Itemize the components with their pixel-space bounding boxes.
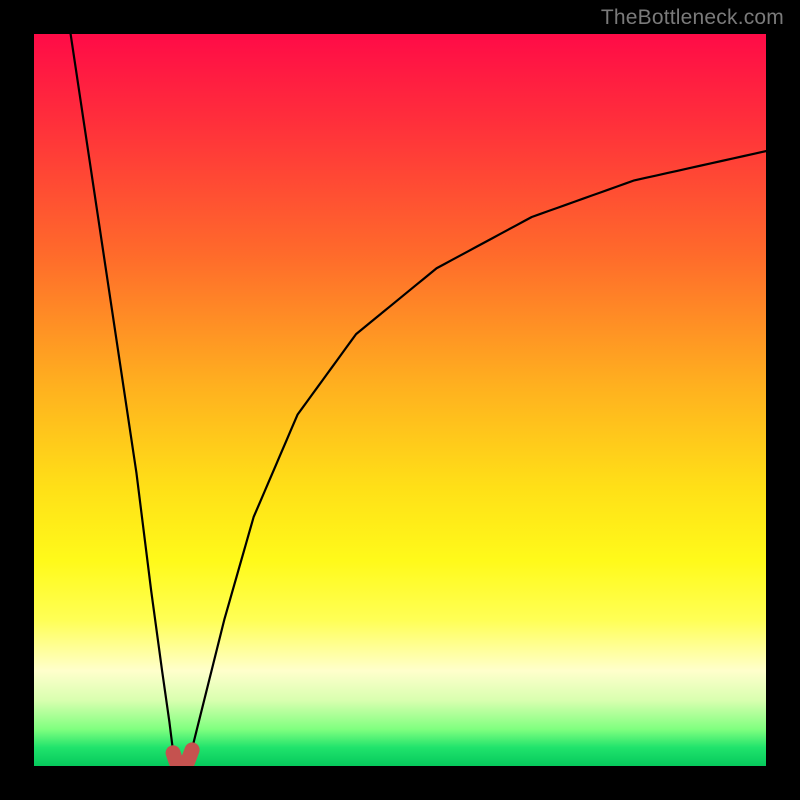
attribution-watermark: TheBottleneck.com xyxy=(601,6,784,30)
valley-marker xyxy=(173,750,192,765)
curve-right-branch xyxy=(188,151,766,766)
chart-svg xyxy=(34,34,766,766)
curve-left-branch xyxy=(71,34,177,766)
curve-group xyxy=(71,34,766,766)
chart-frame: TheBottleneck.com xyxy=(0,0,800,800)
plot-area xyxy=(34,34,766,766)
